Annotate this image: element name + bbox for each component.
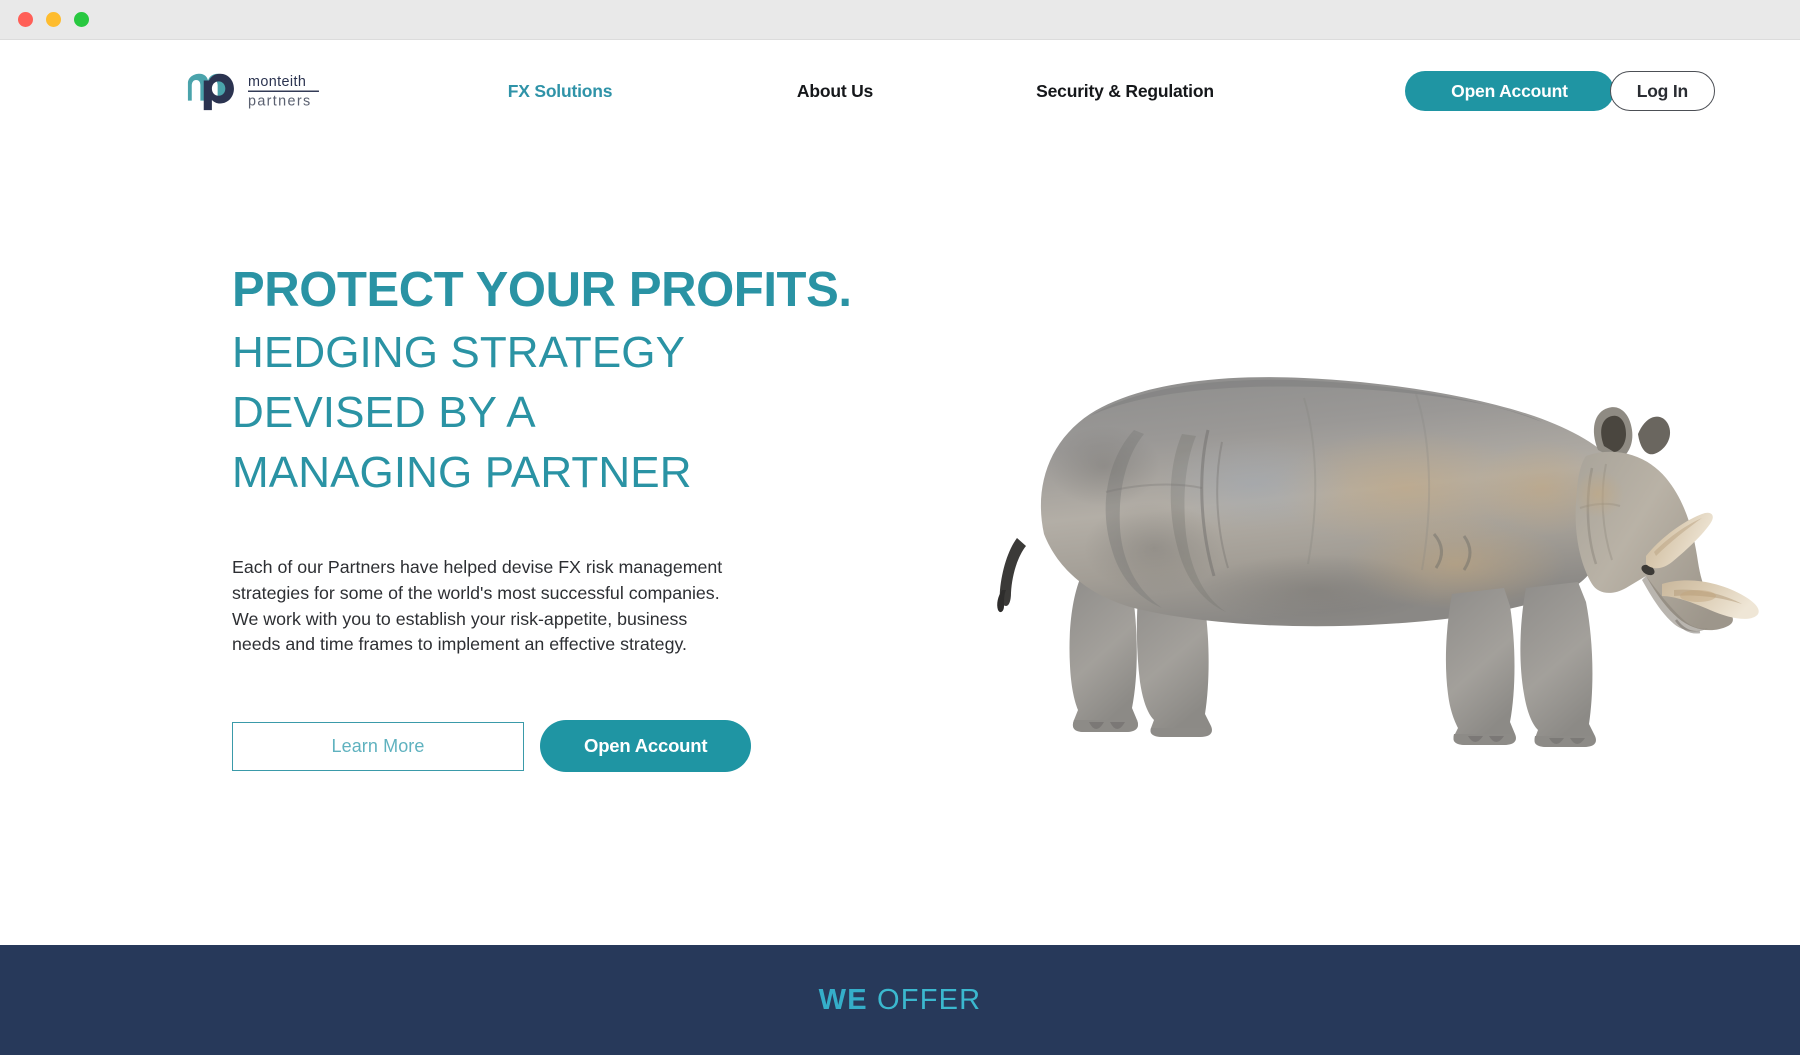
- close-window-icon[interactable]: [18, 12, 33, 27]
- header-actions: Open Account Log In: [1405, 71, 1715, 111]
- minimize-window-icon[interactable]: [46, 12, 61, 27]
- header-open-account-button[interactable]: Open Account: [1405, 71, 1614, 111]
- hero-section: PROTECT YOUR PROFITS. HEDGING STRATEGY D…: [0, 142, 1800, 980]
- brand-wordmark-icon: monteith partners: [247, 74, 319, 109]
- hero-open-account-button[interactable]: Open Account: [540, 720, 752, 773]
- header-login-button[interactable]: Log In: [1609, 71, 1715, 111]
- window-titlebar: [0, 0, 1800, 40]
- we-offer-spacer: [868, 984, 877, 1016]
- we-offer-title: WE OFFER: [819, 984, 982, 1017]
- mp-monogram-icon: [187, 73, 234, 111]
- hero-subtitle: HEDGING STRATEGY DEVISED BY A MANAGING P…: [232, 328, 692, 497]
- nav-item-fx-solutions[interactable]: FX Solutions: [430, 81, 690, 102]
- brand-logo[interactable]: monteith partners: [186, 70, 336, 112]
- hero-actions: Learn More Open Account: [232, 720, 852, 773]
- we-offer-title-light: OFFER: [877, 983, 982, 1016]
- we-offer-section: WE OFFER: [0, 945, 1800, 1055]
- nav-item-about-us[interactable]: About Us: [690, 81, 980, 102]
- hero-copy: PROTECT YOUR PROFITS. HEDGING STRATEGY D…: [232, 260, 852, 773]
- hero-title: PROTECT YOUR PROFITS.: [232, 263, 852, 317]
- nav-item-security-regulation[interactable]: Security & Regulation: [980, 81, 1270, 102]
- page-content: monteith partners FX Solutions About Us …: [0, 40, 1800, 1055]
- we-offer-title-bold: WE: [818, 983, 868, 1016]
- svg-text:monteith: monteith: [248, 74, 306, 90]
- hero-paragraph: Each of our Partners have helped devise …: [232, 557, 723, 655]
- site-header: monteith partners FX Solutions About Us …: [0, 40, 1800, 142]
- learn-more-button[interactable]: Learn More: [232, 721, 524, 771]
- main-navigation: FX Solutions About Us Security & Regulat…: [430, 81, 1270, 102]
- browser-window: monteith partners FX Solutions About Us …: [0, 0, 1800, 1055]
- traffic-light-controls: [18, 12, 89, 27]
- zoom-window-icon[interactable]: [74, 12, 89, 27]
- svg-text:partners: partners: [248, 93, 311, 109]
- rhinoceros-image: [986, 338, 1766, 758]
